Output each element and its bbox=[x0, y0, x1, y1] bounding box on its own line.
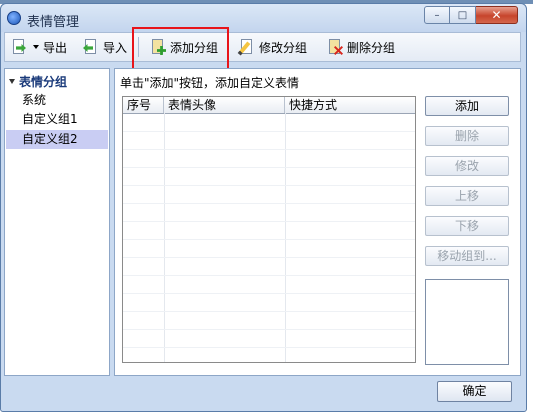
chevron-down-icon[interactable] bbox=[9, 78, 15, 84]
edit-button[interactable]: 修改 bbox=[425, 156, 509, 176]
minimize-icon: – bbox=[434, 9, 440, 21]
close-button[interactable]: ✕ bbox=[476, 6, 518, 24]
table-header: 序号 表情头像 快捷方式 bbox=[123, 97, 415, 114]
emoticon-table[interactable]: 序号 表情头像 快捷方式 bbox=[122, 96, 416, 363]
export-icon bbox=[11, 39, 27, 55]
chevron-down-icon[interactable] bbox=[33, 45, 39, 49]
title-bar[interactable]: 表情管理 – □ ✕ bbox=[1, 4, 526, 32]
edit-group-icon bbox=[237, 39, 255, 56]
row-divider bbox=[123, 131, 415, 132]
highlight-annotation bbox=[132, 27, 229, 71]
column-header-index[interactable]: 序号 bbox=[123, 97, 164, 113]
add-button[interactable]: 添加 bbox=[425, 96, 509, 116]
edit-group-label: 修改分组 bbox=[259, 40, 308, 55]
tree-root-label: 表情分组 bbox=[19, 74, 68, 89]
close-icon: ✕ bbox=[491, 8, 502, 22]
delete-group-icon bbox=[327, 39, 343, 55]
move-up-button[interactable]: 上移 bbox=[425, 186, 509, 206]
row-divider bbox=[123, 293, 415, 294]
window-title: 表情管理 bbox=[27, 15, 80, 30]
export-button[interactable]: 导出 bbox=[11, 36, 67, 58]
app-icon bbox=[7, 11, 21, 25]
row-divider bbox=[123, 239, 415, 240]
row-divider bbox=[123, 167, 415, 168]
delete-group-button[interactable]: 删除分组 bbox=[327, 36, 395, 58]
tree-item-custom-2[interactable]: 自定义组2 bbox=[6, 130, 108, 149]
edit-group-button[interactable]: 修改分组 bbox=[237, 36, 308, 58]
window-controls: – □ ✕ bbox=[424, 6, 518, 24]
export-label: 导出 bbox=[43, 40, 68, 55]
column-header-avatar[interactable]: 表情头像 bbox=[164, 97, 285, 113]
move-down-button[interactable]: 下移 bbox=[425, 216, 509, 236]
maximize-button[interactable]: □ bbox=[450, 6, 476, 24]
row-divider bbox=[123, 347, 415, 348]
ok-button[interactable]: 确定 bbox=[437, 381, 512, 402]
row-divider bbox=[123, 329, 415, 330]
tree-item-system[interactable]: 系统 bbox=[6, 91, 108, 110]
row-divider bbox=[123, 149, 415, 150]
emoticon-preview bbox=[425, 279, 509, 365]
import-icon bbox=[83, 39, 99, 55]
toolbar: 导出 导入 添加分组 修改分组 删除分组 bbox=[4, 32, 521, 62]
row-divider bbox=[123, 221, 415, 222]
move-to-group-button[interactable]: 移动组到... bbox=[425, 246, 509, 266]
row-divider bbox=[123, 257, 415, 258]
column-header-shortcut[interactable]: 快捷方式 bbox=[285, 97, 415, 113]
row-divider bbox=[123, 311, 415, 312]
maximize-icon: □ bbox=[457, 9, 468, 21]
emoticon-panel: 单击"添加"按钮，添加自定义表情 序号 表情头像 快捷方式 添加 删除 修改 上… bbox=[114, 68, 521, 376]
hint-text: 单击"添加"按钮，添加自定义表情 bbox=[120, 76, 300, 90]
row-divider bbox=[123, 203, 415, 204]
import-label: 导入 bbox=[103, 40, 128, 55]
tree-root[interactable]: 表情分组 bbox=[9, 73, 67, 89]
row-divider bbox=[123, 185, 415, 186]
tree-item-custom-1[interactable]: 自定义组1 bbox=[6, 110, 108, 129]
column-divider bbox=[285, 113, 286, 362]
import-button[interactable]: 导入 bbox=[83, 36, 127, 58]
row-divider bbox=[123, 275, 415, 276]
column-divider bbox=[164, 113, 165, 362]
minimize-button[interactable]: – bbox=[424, 6, 450, 24]
delete-button[interactable]: 删除 bbox=[425, 126, 509, 146]
group-tree: 表情分组 系统 自定义组1 自定义组2 bbox=[4, 68, 110, 376]
delete-group-label: 删除分组 bbox=[347, 40, 396, 55]
